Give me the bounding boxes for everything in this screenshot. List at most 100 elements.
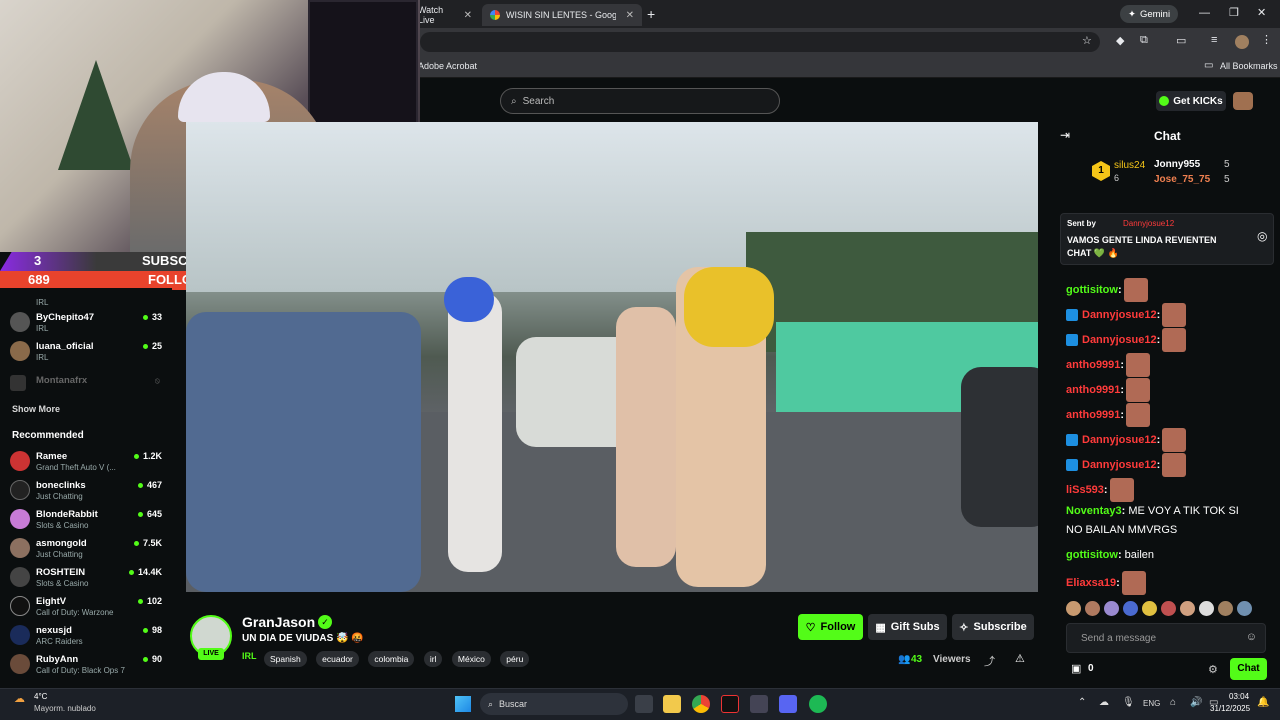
tag[interactable]: México — [451, 651, 491, 667]
file-explorer-icon[interactable] — [663, 695, 681, 713]
get-kicks-button[interactable]: Get KICKs — [1156, 91, 1226, 111]
extensions-puzzle-icon[interactable]: ⧉ — [1140, 34, 1148, 47]
tab-watch-live[interactable]: Watch Live ✕ — [410, 4, 480, 26]
minimize-icon[interactable]: — — [1199, 7, 1210, 19]
address-bar[interactable] — [420, 32, 1100, 52]
sidebar-item-montanafrx[interactable]: Montanafrx ⦸ — [10, 372, 162, 400]
new-tab-button[interactable]: + — [647, 6, 655, 22]
chat-text: NO BAILAN MMVRGS — [1066, 524, 1178, 536]
chat-settings-icon[interactable]: ◎ — [1257, 229, 1267, 243]
chat-username[interactable]: Noventay3 — [1066, 505, 1122, 517]
mic-icon[interactable]: 🎙 — [1122, 697, 1135, 708]
collapse-chat-icon[interactable]: ⇥ — [1060, 128, 1070, 142]
chat-username[interactable]: Dannyjosue12 — [1082, 334, 1157, 346]
notification-icon[interactable]: 🔔 — [1257, 697, 1269, 708]
sidebar-item-eightv[interactable]: EightV Call of Duty: Warzone 102 — [10, 593, 162, 621]
emote-icon[interactable] — [1237, 601, 1252, 616]
emote-icon[interactable] — [1123, 601, 1138, 616]
emote-icon[interactable] — [1104, 601, 1119, 616]
volume-icon[interactable]: 🔊 — [1190, 697, 1202, 708]
emote-icon[interactable] — [1066, 601, 1081, 616]
sidebar-item-boneclinks[interactable]: boneclinks Just Chatting 467 — [10, 477, 162, 505]
sidebar-item-roshtein[interactable]: ROSHTEIN Slots & Casino 14.4K — [10, 564, 162, 592]
sidebar-item-blonderabbit[interactable]: BlondeRabbit Slots & Casino 645 — [10, 506, 162, 534]
cast-icon[interactable]: ▭ — [1176, 34, 1186, 47]
tray-chevron-icon[interactable]: ⌃ — [1078, 697, 1086, 708]
chrome-icon[interactable] — [692, 695, 710, 713]
gifter-name[interactable]: Jose_75_75 — [1154, 174, 1210, 185]
sidebar-item-bychepito47[interactable]: ByChepito47 IRL 33 — [10, 309, 162, 337]
chat-username[interactable]: gottisitow — [1066, 549, 1118, 561]
bookmark-adobe-acrobat[interactable]: Adobe Acrobat — [418, 61, 477, 71]
chat-username[interactable]: gottisitow — [1066, 284, 1118, 296]
taskbar-search[interactable]: ⌕ Buscar — [480, 693, 628, 715]
gemini-button[interactable]: ✦ Gemini — [1120, 5, 1179, 23]
show-more-link[interactable]: Show More — [12, 404, 60, 414]
search-input[interactable]: ⌕ Search — [500, 88, 780, 114]
gifter-name[interactable]: Jonny955 — [1154, 159, 1200, 170]
chat-username[interactable]: antho9991 — [1066, 359, 1120, 371]
all-bookmarks-link[interactable]: All Bookmarks — [1220, 61, 1278, 71]
chat-username[interactable]: antho9991 — [1066, 409, 1120, 421]
emote-icon[interactable] — [1085, 601, 1100, 616]
tag[interactable]: péru — [500, 651, 530, 667]
send-chat-button[interactable]: Chat — [1230, 658, 1267, 680]
report-icon[interactable]: ⚠ — [1015, 652, 1025, 665]
chat-username[interactable]: Dannyjosue12 — [1082, 309, 1157, 321]
language-indicator[interactable]: ENG — [1143, 699, 1160, 708]
top-gifter-name[interactable]: silus24 — [1114, 160, 1145, 171]
sidebar-item-nexusjd[interactable]: nexusjd ARC Raiders 98 — [10, 622, 162, 650]
gift-subs-button[interactable]: ▦ Gift Subs — [868, 614, 947, 640]
network-icon[interactable]: ⌂ — [1170, 697, 1176, 708]
windows-start-icon[interactable] — [455, 696, 471, 712]
sidebar-item-luana-oficial[interactable]: luana_oficial IRL 25 — [10, 338, 162, 366]
channel-name[interactable]: GranJason — [242, 614, 315, 630]
tab-google-search[interactable]: WISIN SIN LENTES - Google Se ✕ — [482, 4, 642, 26]
menu-kebab-icon[interactable]: ⋮ — [1261, 33, 1272, 46]
sidebar-item-rubyann[interactable]: RubyAnn Call of Duty: Black Ops 7 90 — [10, 651, 162, 679]
chat-gear-icon[interactable]: ⚙ — [1208, 663, 1218, 676]
clock-time[interactable]: 03:04 — [1229, 692, 1249, 701]
reading-list-icon[interactable]: ≡ — [1211, 34, 1217, 46]
pinned-message[interactable]: Sent by Dannyjosue12 VAMOS GENTE LINDA R… — [1060, 213, 1274, 265]
tiktok-icon[interactable] — [721, 695, 739, 713]
close-window-icon[interactable]: ✕ — [1257, 6, 1266, 19]
clock-date[interactable]: 31/12/2025 — [1210, 704, 1250, 713]
app-icon[interactable] — [750, 695, 768, 713]
chat-username[interactable]: Dannyjosue12 — [1082, 459, 1157, 471]
emote-icon[interactable] — [1142, 601, 1157, 616]
chat-username[interactable]: antho9991 — [1066, 384, 1120, 396]
tag[interactable]: irl — [423, 651, 443, 667]
sidebar-item-asmongold[interactable]: asmongold Just Chatting 7.5K — [10, 535, 162, 563]
chat-username[interactable]: liSs593 — [1066, 484, 1104, 496]
follow-button[interactable]: ♡ Follow — [798, 614, 863, 640]
stream-category[interactable]: IRL — [242, 651, 257, 661]
tag[interactable]: ecuador — [316, 651, 359, 667]
chat-username[interactable]: Dannyjosue12 — [1082, 434, 1157, 446]
tab-close-icon[interactable]: ✕ — [626, 10, 634, 21]
maximize-icon[interactable]: ❐ — [1229, 6, 1239, 19]
user-avatar[interactable] — [1233, 92, 1253, 110]
share-icon[interactable]: ⤴ — [984, 653, 995, 669]
chat-username[interactable]: Eliaxsa19 — [1066, 577, 1116, 589]
tab-close-icon[interactable]: ✕ — [464, 10, 472, 21]
bookmark-star-icon[interactable]: ☆ — [1082, 34, 1092, 47]
chat-input[interactable]: Send a message ☺ — [1066, 623, 1266, 653]
subscribe-button[interactable]: ✧ Subscribe — [952, 614, 1034, 640]
emoji-icon[interactable]: ☺ — [1246, 631, 1257, 643]
tag[interactable]: Spanish — [264, 651, 307, 667]
emote-icon[interactable] — [1218, 601, 1233, 616]
extension-icon[interactable]: ◆ — [1116, 34, 1124, 47]
profile-avatar[interactable] — [1235, 35, 1249, 49]
spotify-icon[interactable] — [809, 695, 827, 713]
points-icon[interactable]: ▣ — [1071, 662, 1081, 675]
emote-icon[interactable] — [1180, 601, 1195, 616]
emote-icon[interactable] — [1199, 601, 1214, 616]
cloud-icon[interactable]: ☁ — [1099, 697, 1109, 708]
discord-icon[interactable] — [779, 695, 797, 713]
emote-icon[interactable] — [1161, 601, 1176, 616]
video-player[interactable] — [186, 122, 1038, 592]
sidebar-item-ramee[interactable]: Ramee Grand Theft Auto V (... 1.2K — [10, 448, 162, 476]
task-view-icon[interactable] — [635, 695, 653, 713]
tag[interactable]: colombia — [368, 651, 415, 667]
